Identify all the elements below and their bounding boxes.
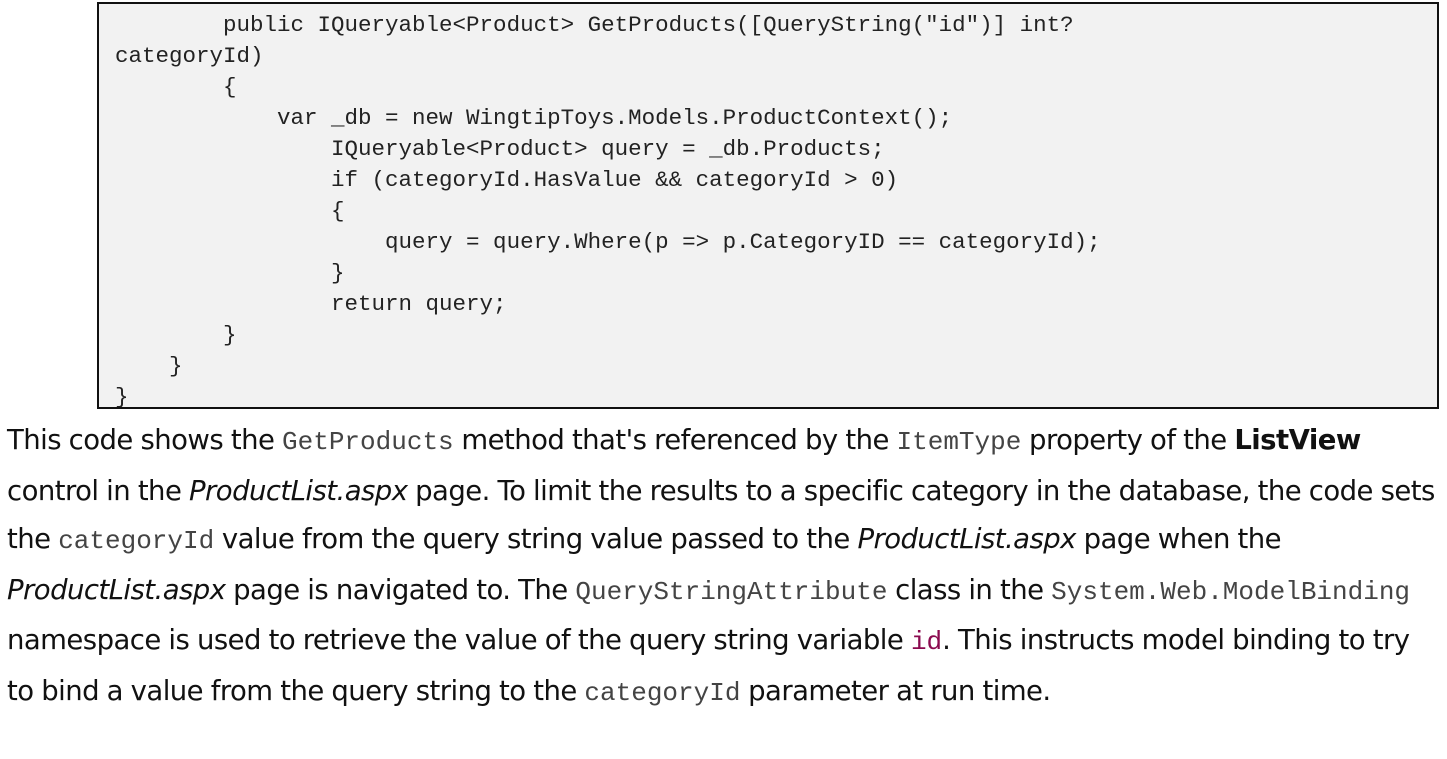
text-run: class in the <box>887 573 1052 606</box>
text-run: property of the <box>1021 424 1235 456</box>
text-run: This code shows the <box>7 424 283 456</box>
code-line: } <box>115 353 183 379</box>
italic-filename: ProductList.aspx <box>189 474 408 507</box>
code-line: IQueryable<Product> query = _db.Products… <box>115 136 885 162</box>
inline-code: QueryStringAttribute <box>575 576 888 607</box>
code-line: } <box>115 260 345 286</box>
code-line: { <box>115 74 237 100</box>
text-run: method that's referenced by the <box>453 424 897 456</box>
bold-term: ListView <box>1234 424 1361 456</box>
code-line: return query; <box>115 291 507 317</box>
code-line: categoryId) <box>115 43 264 69</box>
explanation-paragraph: This code shows the GetProducts method t… <box>7 416 1439 718</box>
code-line: query = query.Where(p => p.CategoryID ==… <box>115 229 1101 255</box>
inline-code: ItemType <box>896 427 1022 457</box>
code-line: { <box>115 198 345 224</box>
italic-filename: ProductList.aspx <box>857 523 1076 556</box>
code-line: } <box>115 322 237 348</box>
code-line: public IQueryable<Product> GetProducts([… <box>115 12 1074 38</box>
inline-code: categoryId <box>584 677 741 708</box>
code-line: var _db = new WingtipToys.Models.Product… <box>115 105 953 131</box>
text-run: page when the <box>1075 523 1282 556</box>
code-line: if (categoryId.HasValue && categoryId > … <box>115 167 899 193</box>
code-block: public IQueryable<Product> GetProducts([… <box>97 2 1439 409</box>
text-run: page is navigated to. The <box>225 573 576 606</box>
italic-filename: ProductList.aspx <box>7 573 226 606</box>
inline-code: System.Web.ModelBinding <box>1051 576 1411 607</box>
inline-code-variable: id <box>910 627 943 658</box>
code-line: } <box>115 384 129 409</box>
text-run: control in the <box>7 474 189 507</box>
inline-code: GetProducts <box>282 427 454 457</box>
inline-code: categoryId <box>58 526 215 557</box>
text-run: parameter at run time. <box>740 674 1051 707</box>
text-run: value from the query string value passed… <box>214 523 858 556</box>
text-run: namespace is used to retrieve the value … <box>7 624 911 657</box>
